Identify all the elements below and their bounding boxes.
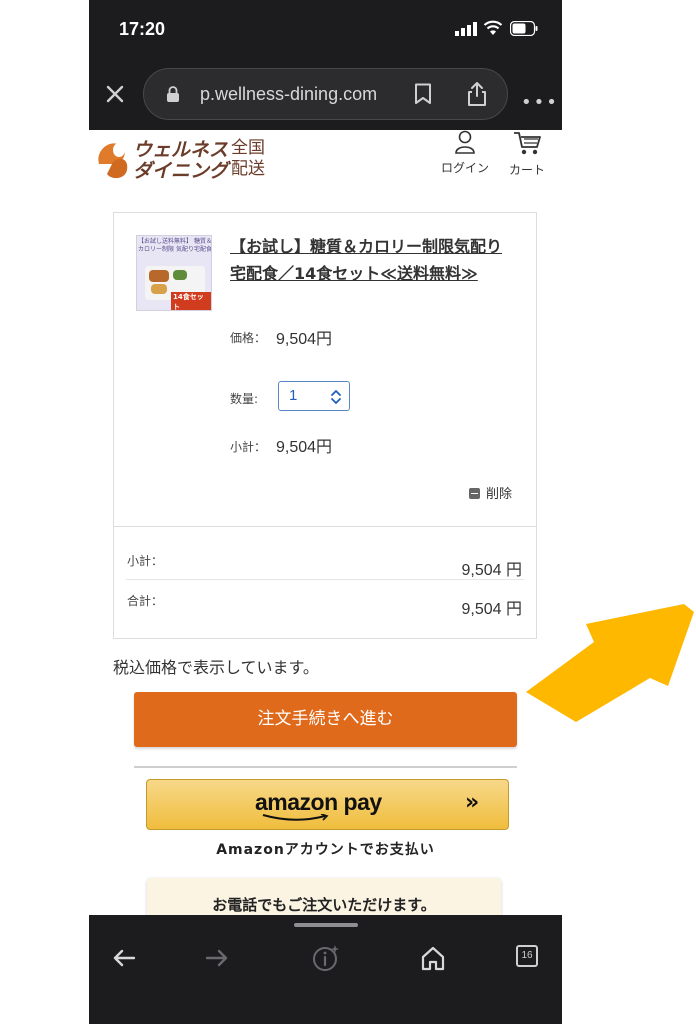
total-value: 9,504 円: [461, 601, 523, 618]
battery-icon: [510, 21, 538, 36]
home-icon[interactable]: [418, 943, 448, 973]
forward-arrow-icon[interactable]: [202, 943, 232, 973]
line-subtotal-label: 小計：: [230, 440, 267, 454]
browser-toolbar: 16: [89, 915, 562, 1024]
site-logo[interactable]: ウェルネス ダイニング 全国 配送: [93, 134, 273, 184]
login-label: ログイン: [441, 161, 490, 175]
price-label: 価格：: [230, 331, 267, 345]
amazon-pay-caption: Amazonアカウントでお支払い: [216, 842, 435, 858]
cart-item-card: 【お試し送料無料】 糖質＆カロリー制限 気配り宅配食 14食セット 【お試し】糖…: [113, 212, 537, 639]
bookmark-icon[interactable]: [414, 83, 432, 105]
login-link[interactable]: ログイン: [441, 130, 489, 176]
delete-label: 削除: [486, 487, 513, 502]
food-item-image: [151, 284, 167, 294]
more-menu-icon[interactable]: •••: [521, 92, 559, 113]
logo-mark-icon: [98, 143, 128, 179]
wifi-icon: [483, 20, 503, 35]
cart-link[interactable]: カート: [509, 130, 545, 178]
quantity-value: 1: [289, 387, 298, 404]
share-icon[interactable]: [465, 81, 489, 107]
tax-note: 税込価格で表示しています。: [113, 658, 319, 677]
divider: [126, 579, 524, 580]
delete-button[interactable]: 削除: [469, 483, 512, 502]
price-value: 9,504円: [276, 331, 333, 348]
tab-switcher-icon[interactable]: 16: [516, 945, 538, 967]
select-arrows-icon: [331, 390, 341, 404]
browser-url-bar: p.wellness-dining.com •••: [89, 58, 562, 130]
phone-order-text: お電話でもご注文いただけます。: [212, 896, 436, 914]
minus-icon: [469, 488, 480, 499]
divider: [114, 526, 536, 527]
double-chevron-icon: »: [465, 790, 480, 815]
quantity-select[interactable]: 1: [278, 381, 350, 411]
annotation-arrow-icon: [526, 604, 694, 722]
divider: [134, 766, 517, 768]
status-bar: 17:20: [89, 0, 562, 58]
amazon-smile-icon: [262, 814, 329, 821]
total-label: 合計：: [127, 594, 164, 608]
amazon-pay-label: amazon pay: [255, 789, 382, 815]
back-arrow-icon[interactable]: [109, 943, 139, 973]
status-time: 17:20: [119, 19, 166, 39]
user-icon: [455, 130, 475, 154]
cellular-signal-icon: [455, 22, 477, 36]
address-field[interactable]: p.wellness-dining.com: [143, 68, 508, 120]
url-text: p.wellness-dining.com: [200, 84, 378, 104]
product-thumbnail[interactable]: 【お試し送料無料】 糖質＆カロリー制限 気配り宅配食 14食セット: [136, 235, 212, 311]
phone-screen: 17:20 p.wellness-dining.com ••• ウェルネス ダイ…: [89, 0, 562, 1024]
food-item-image: [173, 270, 187, 280]
thumbnail-badge: 14食セット: [171, 292, 211, 310]
proceed-to-checkout-button[interactable]: 注文手続きへ進む: [134, 692, 517, 747]
food-item-image: [149, 270, 169, 282]
logo-subtext: 全国 配送: [231, 138, 265, 179]
site-header: ウェルネス ダイニング 全国 配送 ログイン カート: [89, 130, 562, 200]
amazon-pay-button[interactable]: amazon pay »: [146, 779, 509, 830]
line-subtotal-value: 9,504円: [276, 439, 333, 456]
toolbar-grabber[interactable]: [294, 923, 358, 927]
close-tab-icon[interactable]: [103, 82, 127, 106]
product-title-link[interactable]: 【お試し】糖質＆カロリー制限気配り宅配食／14食セット≪送料無料≫: [230, 233, 515, 287]
cart-label: カート: [509, 163, 546, 177]
thumbnail-caption: 【お試し送料無料】 糖質＆カロリー制限 気配り宅配食: [138, 238, 212, 253]
subtotal-label: 小計：: [127, 554, 164, 568]
lock-icon: [167, 86, 179, 102]
quantity-label: 数量:: [230, 392, 259, 406]
subtotal-value: 9,504 円: [461, 562, 523, 579]
logo-text: ウェルネス ダイニング: [133, 139, 229, 182]
cart-icon: [514, 132, 541, 155]
page-info-icon[interactable]: [311, 943, 341, 973]
